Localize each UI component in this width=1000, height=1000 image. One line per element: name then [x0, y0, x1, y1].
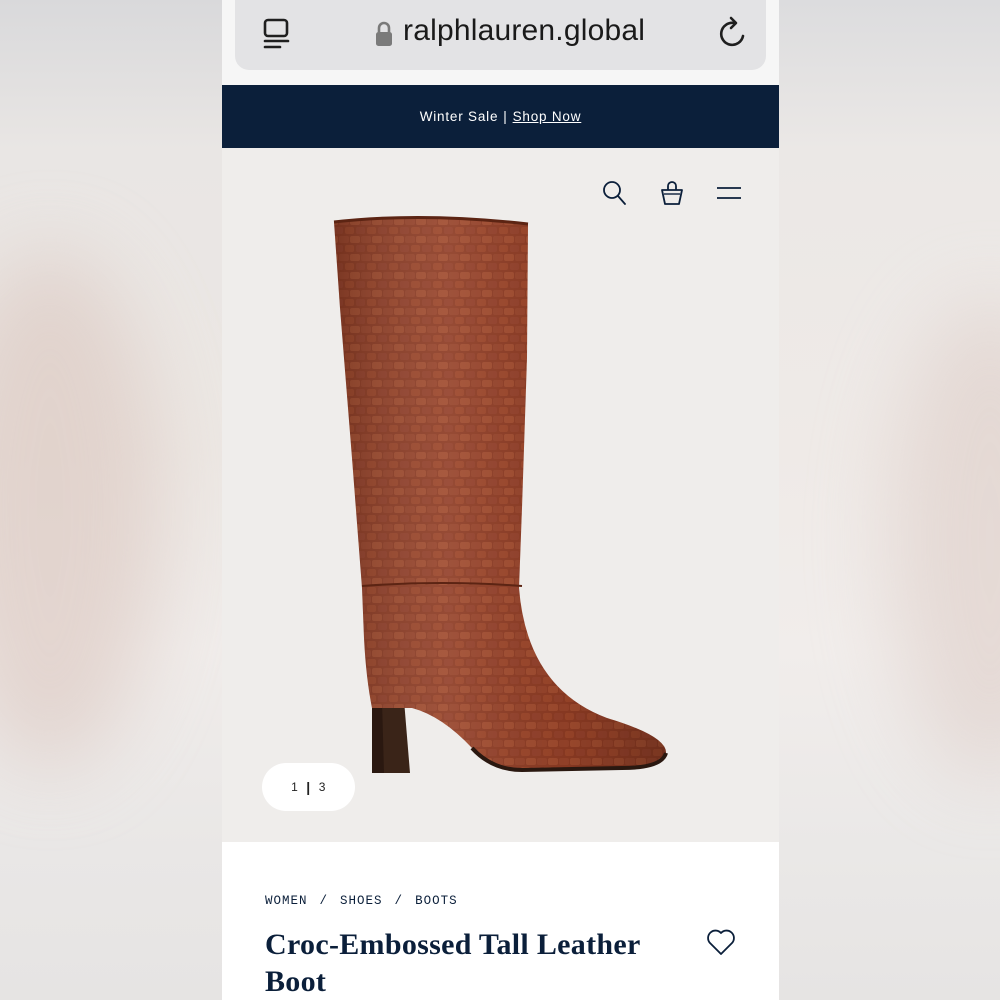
search-icon[interactable] — [602, 180, 626, 206]
pager-separator: | — [306, 779, 311, 795]
browser-chrome: ralphlauren.global — [222, 0, 779, 85]
shopping-bag-icon[interactable] — [660, 180, 684, 206]
breadcrumb-separator: / — [319, 894, 329, 908]
product-info: WOMEN / SHOES / BOOTS Croc-Embossed Tall… — [222, 842, 779, 1000]
promo-banner: Winter Sale | Shop Now — [222, 85, 779, 148]
pager-current: 1 — [291, 780, 299, 794]
breadcrumb-boots[interactable]: BOOTS — [415, 894, 458, 908]
breadcrumb-shoes[interactable]: SHOES — [340, 894, 383, 908]
breadcrumb-women[interactable]: WOMEN — [265, 894, 308, 908]
pager-total: 3 — [318, 780, 326, 794]
breadcrumb: WOMEN / SHOES / BOOTS — [265, 894, 458, 908]
promo-text: Winter Sale — [419, 109, 499, 124]
shop-now-link[interactable]: Shop Now — [513, 109, 582, 124]
image-pager[interactable]: 1 | 3 — [262, 763, 355, 811]
product-image-gallery[interactable]: 1 | 3 — [222, 148, 779, 842]
wishlist-heart-icon[interactable] — [706, 928, 736, 956]
product-title: Croc-Embossed Tall Leather Boot — [265, 928, 641, 998]
blurred-background-left — [0, 0, 222, 1000]
blurred-background-right — [778, 0, 1000, 1000]
address-bar[interactable]: ralphlauren.global — [235, 0, 766, 70]
phone-screen: ralphlauren.global Winter Sale | Shop No… — [222, 0, 779, 1000]
breadcrumb-separator: / — [394, 894, 404, 908]
url-text[interactable]: ralphlauren.global — [403, 14, 645, 48]
lock-icon — [376, 21, 392, 46]
hamburger-menu-icon[interactable] — [716, 180, 742, 206]
product-image-boot[interactable] — [322, 208, 682, 783]
reload-icon[interactable] — [718, 16, 750, 50]
promo-separator: | — [503, 109, 508, 124]
tabs-icon[interactable] — [262, 17, 292, 51]
